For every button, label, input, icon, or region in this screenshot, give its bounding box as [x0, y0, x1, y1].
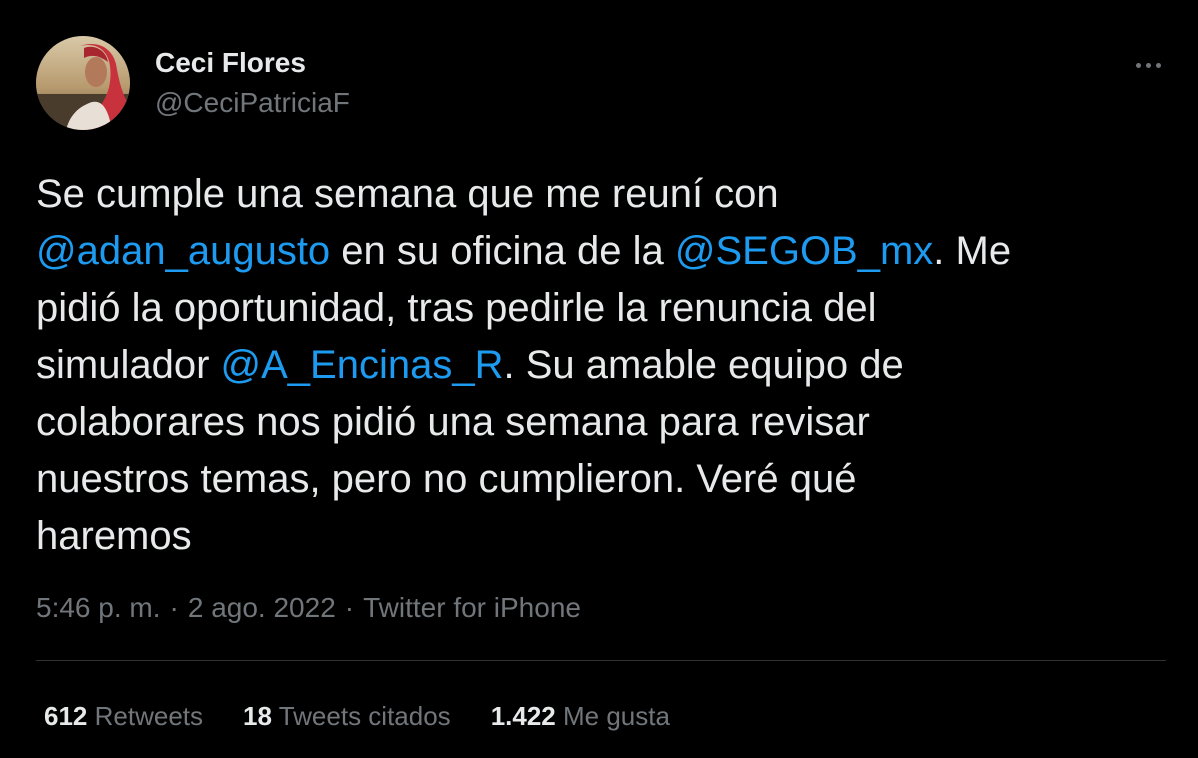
meta-separator: ·	[169, 592, 179, 623]
tweet: Ceci Flores @CeciPatriciaF Se cumple una…	[0, 0, 1198, 758]
tweet-text-segment: haremos	[36, 514, 192, 558]
tweet-date[interactable]: 2 ago. 2022	[188, 592, 336, 623]
more-horizontal-icon	[1133, 55, 1163, 73]
quote-tweets-label: Tweets citados	[278, 701, 451, 731]
tweet-source[interactable]: Twitter for iPhone	[363, 592, 581, 623]
tweet-text-line: simulador @A_Encinas_R. Su amable equipo…	[36, 337, 1146, 394]
tweet-text-line: nuestros temas, pero no cumplieron. Veré…	[36, 451, 1146, 508]
tweet-meta: 5:46 p. m. · 2 ago. 2022 · Twitter for iPhon…	[36, 590, 581, 626]
author-name[interactable]: Ceci Flores	[155, 46, 306, 80]
divider	[36, 660, 1166, 661]
avatar-image	[36, 36, 130, 130]
tweet-text-segment: en su oficina de la	[330, 229, 675, 273]
likes-label: Me gusta	[563, 701, 670, 731]
tweet-text-line: pidió la oportunidad, tras pedirle la re…	[36, 280, 1146, 337]
tweet-text-segment: pidió la oportunidad, tras pedirle la re…	[36, 286, 877, 330]
mention-link[interactable]: @SEGOB_mx	[675, 229, 933, 273]
likes-count: 1.422	[490, 701, 556, 731]
retweets-label: Retweets	[94, 701, 204, 731]
quote-tweets-count: 18	[243, 701, 272, 731]
tweet-stats: 612 Retweets 18 Tweets citados 1.422 Me …	[44, 699, 670, 733]
tweet-text: Se cumple una semana que me reuní con @ad…	[36, 166, 1146, 565]
tweet-text-line: @adan_augusto en su oficina de la @SEGOB…	[36, 223, 1146, 280]
tweet-time[interactable]: 5:46 p. m.	[36, 592, 161, 623]
avatar[interactable]	[36, 36, 130, 130]
author-handle[interactable]: @CeciPatriciaF	[155, 86, 350, 120]
tweet-text-segment: . Su amable equipo de	[503, 343, 904, 387]
tweet-text-segment: Se cumple una semana que me reuní con	[36, 172, 779, 216]
tweet-text-line: colaborares nos pidió una semana para re…	[36, 394, 1146, 451]
tweet-text-line: haremos	[36, 508, 1146, 565]
retweets-count: 612	[44, 701, 88, 731]
tweet-text-segment: colaborares nos pidió una semana para re…	[36, 400, 870, 444]
quote-tweets-stat[interactable]: 18 Tweets citados	[243, 699, 451, 733]
meta-separator: ·	[344, 592, 355, 623]
likes-stat[interactable]: 1.422 Me gusta	[491, 699, 670, 733]
mention-link[interactable]: @adan_augusto	[36, 229, 330, 273]
tweet-text-segment: . Me	[933, 229, 1012, 273]
tweet-text-segment: simulador	[36, 343, 221, 387]
more-options-button[interactable]	[1126, 46, 1170, 82]
mention-link[interactable]: @A_Encinas_R	[221, 343, 504, 387]
tweet-text-line: Se cumple una semana que me reuní con	[36, 166, 1146, 223]
retweets-stat[interactable]: 612 Retweets	[44, 699, 203, 733]
tweet-text-segment: nuestros temas, pero no cumplieron. Veré…	[36, 457, 857, 501]
